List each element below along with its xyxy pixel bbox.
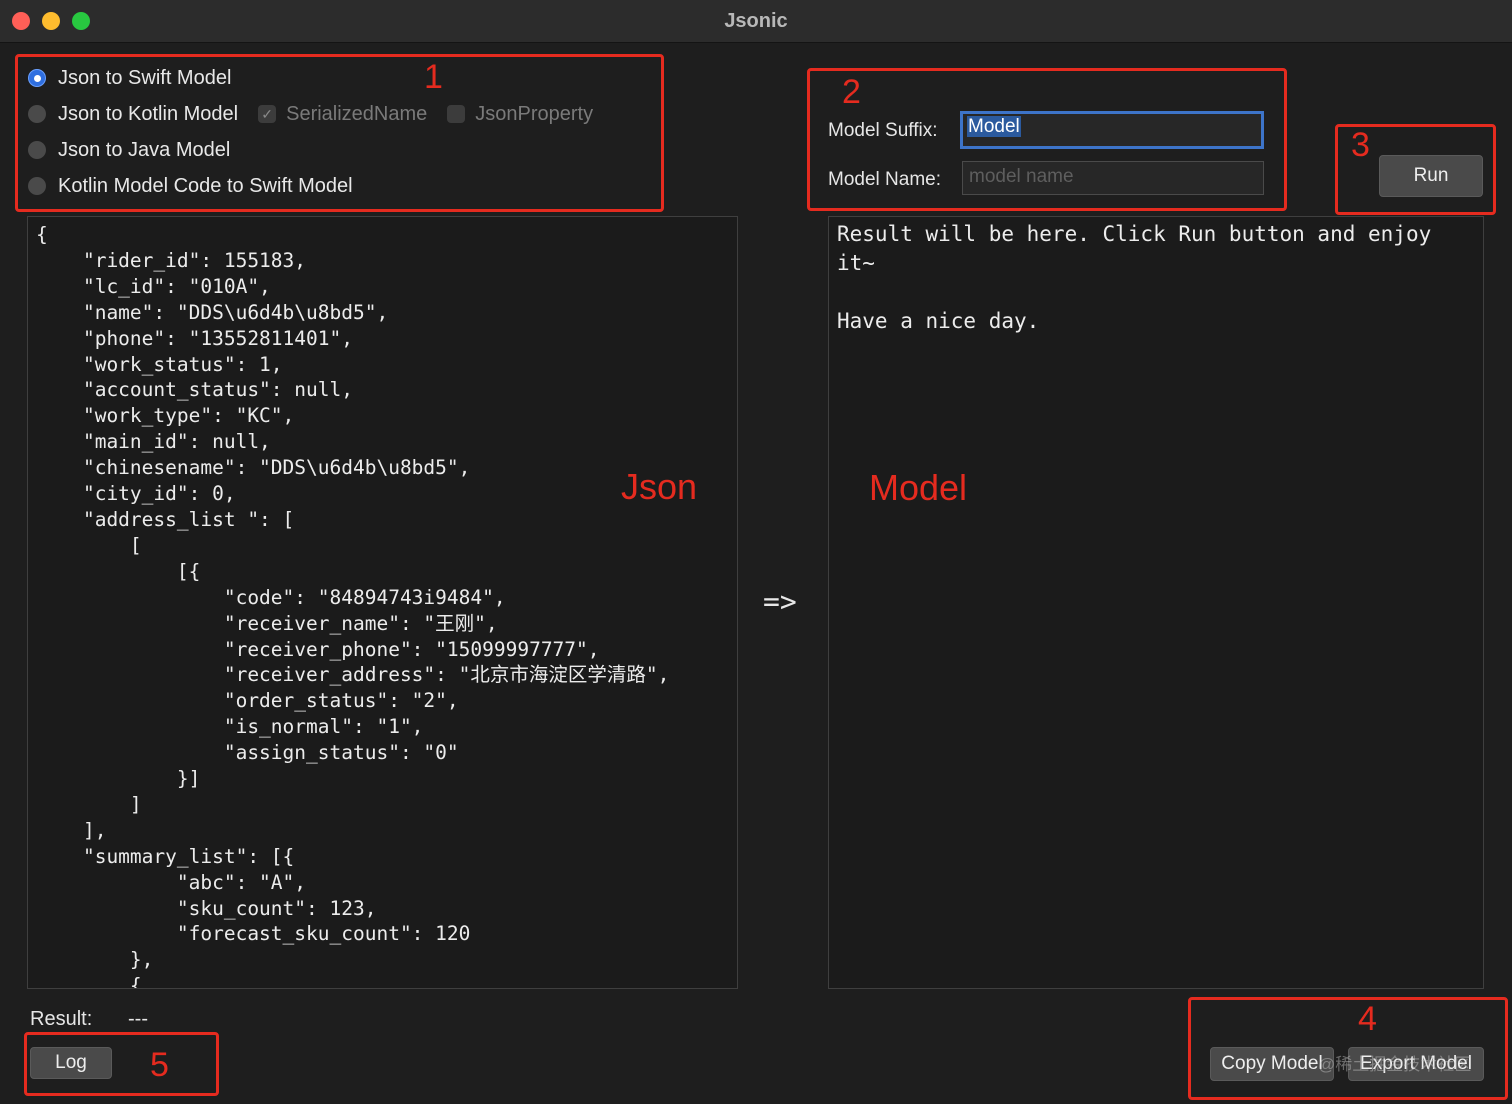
annotation-box-2 bbox=[807, 68, 1287, 211]
annotation-json-label: Json bbox=[621, 466, 698, 507]
watermark: @稀土掘金技术社区 bbox=[1318, 1055, 1472, 1074]
json-input-editor[interactable]: { "rider_id": 155183, "lc_id": "010A", "… bbox=[27, 216, 738, 989]
annotation-box-1 bbox=[15, 54, 664, 212]
annotation-model-label: Model bbox=[869, 467, 968, 508]
annotation-number-3: 3 bbox=[1351, 126, 1370, 164]
annotation-box-4 bbox=[1188, 997, 1508, 1100]
annotation-box-5 bbox=[24, 1032, 219, 1096]
window-title: Jsonic bbox=[724, 10, 788, 32]
annotation-number-2: 2 bbox=[842, 73, 861, 111]
annotation-number-4: 4 bbox=[1358, 1000, 1377, 1038]
main-window: Json to Swift Model Json to Kotlin Model… bbox=[0, 43, 1512, 1104]
annotation-number-1: 1 bbox=[424, 58, 443, 96]
convert-arrow: => bbox=[763, 585, 797, 618]
title-bar: Jsonic bbox=[0, 0, 1512, 43]
model-output-text: Result will be here. Click Run button an… bbox=[837, 222, 1432, 333]
json-input-text: { "rider_id": 155183, "lc_id": "010A", "… bbox=[36, 223, 670, 989]
model-output-view[interactable]: Result will be here. Click Run button an… bbox=[828, 216, 1484, 989]
result-value: --- bbox=[128, 1008, 148, 1030]
annotation-number-5: 5 bbox=[150, 1046, 169, 1084]
result-label: Result: bbox=[30, 1008, 93, 1030]
